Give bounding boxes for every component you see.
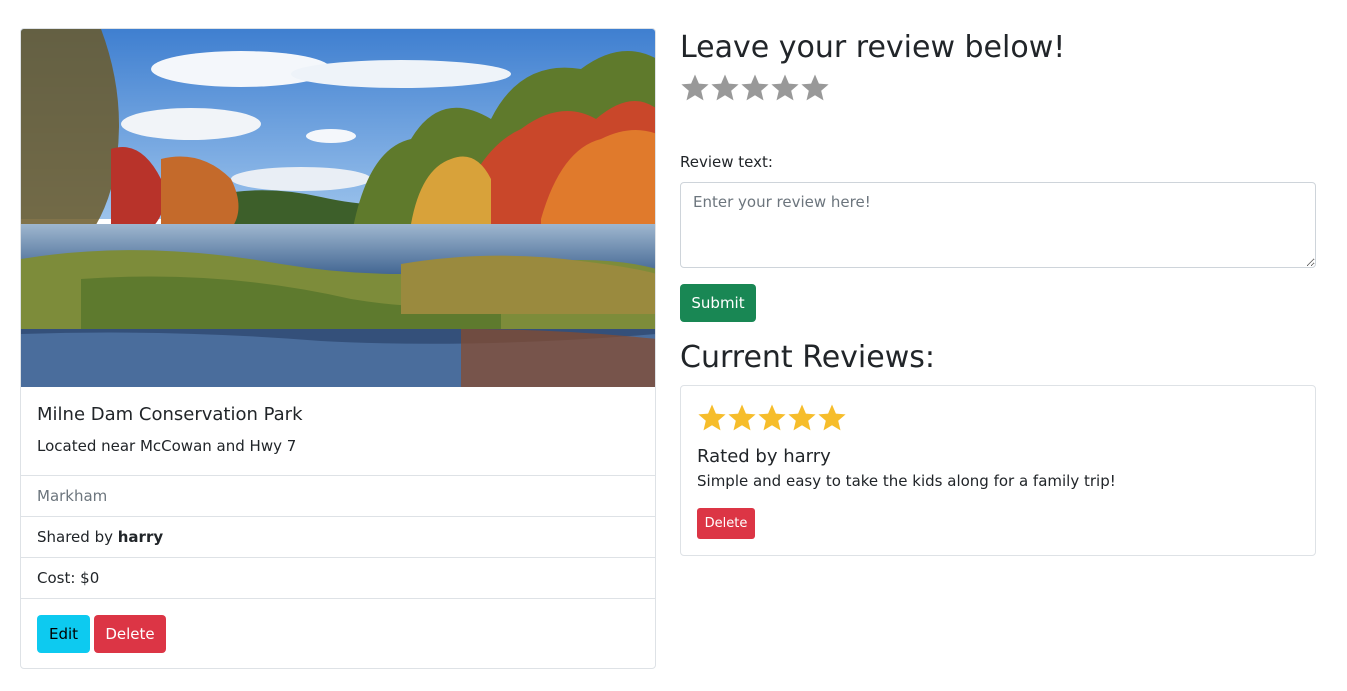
star-icon (728, 404, 756, 431)
current-reviews-heading: Current Reviews: (680, 340, 935, 375)
campground-shared-by: Shared by harry (21, 516, 655, 557)
campground-cost: Cost: $0 (21, 557, 655, 598)
campground-location: Markham (21, 475, 655, 516)
review-text-label: Review text: (680, 153, 773, 171)
campground-author: harry (117, 528, 164, 546)
card-body: Milne Dam Conservation Park Located near… (21, 387, 655, 475)
review-text: Simple and easy to take the kids along f… (697, 472, 1116, 490)
star-input-icon[interactable] (710, 73, 740, 103)
card-actions: Edit Delete (21, 598, 655, 668)
campground-card: Milne Dam Conservation Park Located near… (20, 28, 656, 669)
star-icon (818, 404, 846, 431)
review-rating-stars (697, 403, 847, 433)
campground-description: Located near McCowan and Hwy 7 (37, 437, 297, 455)
review-rated-by: Rated by harry (697, 446, 831, 467)
delete-campground-button[interactable]: Delete (94, 615, 166, 653)
delete-review-button[interactable]: Delete (697, 508, 755, 539)
submit-review-button[interactable]: Submit (680, 284, 756, 322)
star-input-icon[interactable] (800, 73, 830, 103)
shared-by-prefix: Shared by (37, 528, 118, 546)
star-rating-input[interactable] (680, 73, 830, 103)
star-input-icon[interactable] (740, 73, 770, 103)
campground-title: Milne Dam Conservation Park (37, 404, 303, 425)
review-text-input[interactable] (680, 182, 1316, 268)
star-icon (758, 404, 786, 431)
star-icon (698, 404, 726, 431)
review-card: Rated by harry Simple and easy to take t… (680, 385, 1316, 556)
campground-photo (21, 29, 655, 387)
star-input-icon[interactable] (680, 73, 710, 103)
star-icon (788, 404, 816, 431)
review-form-heading: Leave your review below! (680, 30, 1066, 65)
edit-button[interactable]: Edit (37, 615, 90, 653)
star-input-icon[interactable] (770, 73, 800, 103)
